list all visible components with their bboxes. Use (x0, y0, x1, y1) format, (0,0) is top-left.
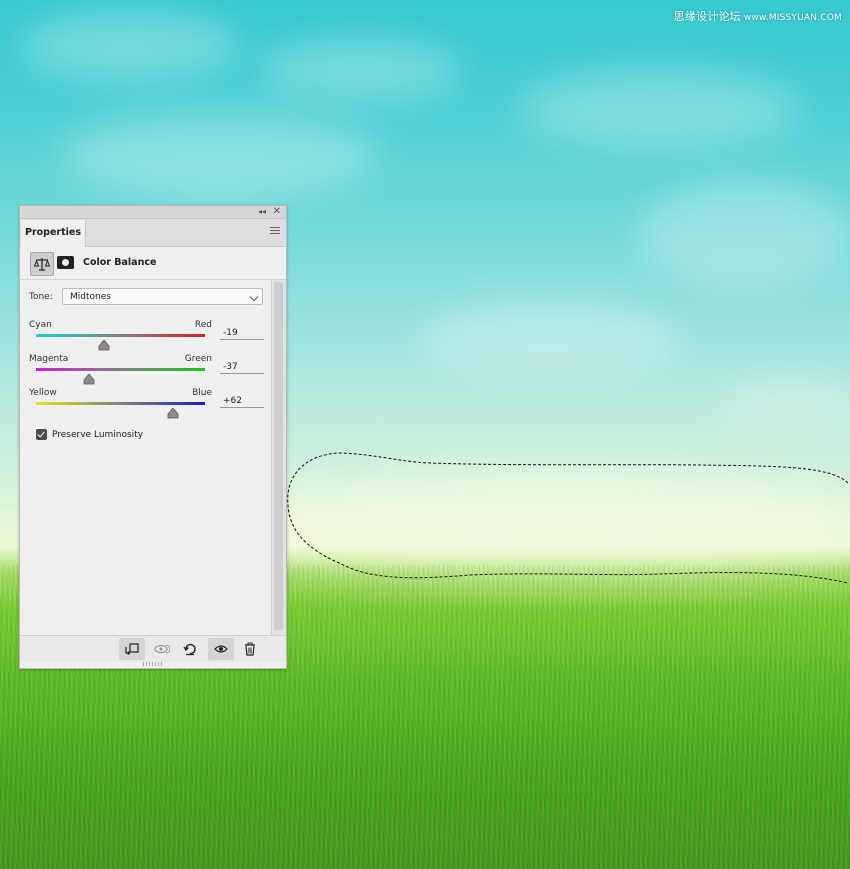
tone-value: Midtones (70, 292, 111, 302)
slider-value-magenta-green[interactable]: -37 (220, 360, 264, 374)
cloud (520, 70, 800, 150)
slider-track-yellow-blue[interactable] (36, 402, 205, 405)
slider-thumb-yellow-blue[interactable] (167, 404, 179, 419)
slider-thumb-cyan-red[interactable] (98, 336, 110, 351)
trash-icon[interactable] (237, 638, 263, 660)
slider-label-left: Yellow (29, 388, 57, 398)
horizon-glow (260, 470, 850, 580)
clip-to-layer-icon[interactable] (119, 638, 145, 660)
layer-mask-icon[interactable] (57, 256, 74, 269)
adjustment-header: Color Balance (20, 247, 286, 280)
slider-track-cyan-red[interactable] (36, 334, 205, 337)
slider-value-yellow-blue[interactable]: +62 (220, 394, 264, 408)
scrollbar-thumb[interactable] (274, 282, 283, 630)
watermark: 思缘设计论坛 www.MISSYUAN.COM (674, 8, 842, 24)
balance-scale-icon[interactable] (30, 252, 54, 276)
slider-label-left: Magenta (29, 354, 69, 364)
slider-thumb-magenta-green[interactable] (83, 370, 95, 385)
slider-row-cyan-red: Cyan Red -19 (20, 320, 286, 354)
cloud (420, 300, 680, 380)
slider-label-left: Cyan (29, 320, 52, 330)
cloud (60, 110, 380, 200)
watermark-text: 思缘设计论坛 (673, 10, 741, 23)
resize-grip[interactable] (143, 662, 163, 666)
preserve-luminosity-label: Preserve Luminosity (52, 430, 144, 440)
panel-tab-row: Properties (20, 219, 286, 247)
panel-title-bar[interactable]: ◂◂ ✕ (20, 206, 286, 219)
slider-label-right: Red (194, 320, 212, 330)
slider-value-cyan-red[interactable]: -19 (220, 326, 264, 340)
eye-icon[interactable] (208, 638, 234, 660)
cloud (260, 40, 460, 100)
slider-row-yellow-blue: Yellow Blue +62 (20, 388, 286, 422)
tab-properties[interactable]: Properties (21, 220, 86, 247)
reset-icon[interactable] (177, 638, 203, 660)
tone-dropdown[interactable]: Midtones (62, 288, 263, 305)
panel-footer (20, 635, 286, 662)
collapse-panel-icon[interactable]: ◂◂ (258, 206, 266, 218)
slider-label-right: Blue (192, 388, 212, 398)
tone-label: Tone: (29, 292, 53, 302)
preserve-luminosity-checkbox[interactable] (36, 429, 47, 440)
slider-row-magenta-green: Magenta Green -37 (20, 354, 286, 388)
slider-label-right: Green (184, 354, 212, 364)
watermark-url: www.MISSYUAN.COM (743, 13, 842, 23)
view-previous-state-icon[interactable] (148, 638, 174, 660)
close-icon[interactable]: ✕ (273, 206, 281, 218)
cloud (720, 380, 850, 430)
cloud (20, 10, 240, 80)
cloud (640, 180, 850, 290)
slider-track-magenta-green[interactable] (36, 368, 205, 371)
chevron-down-icon (249, 292, 259, 302)
scrollbar[interactable] (271, 280, 286, 635)
adjustment-title: Color Balance (83, 257, 157, 268)
properties-panel: ◂◂ ✕ Properties Color Balance Tone: Midt… (19, 205, 287, 669)
panel-menu-icon[interactable] (270, 227, 280, 235)
